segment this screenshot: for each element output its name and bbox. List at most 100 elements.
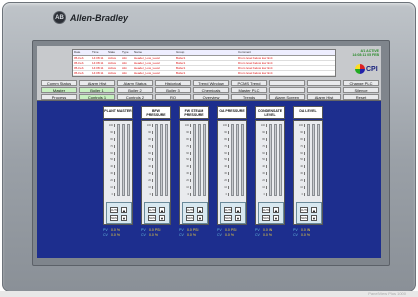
raise-arrow-icon[interactable]: ▲ <box>197 207 203 213</box>
nav-button-trends[interactable]: Trends <box>231 94 267 100</box>
alarm-table[interactable]: Date Time State Type Name Group Comment … <box>72 49 336 77</box>
scale-tick: 20 <box>105 179 115 183</box>
manual-button[interactable]: MAN <box>148 215 156 221</box>
alarm-col-comment: Comment <box>238 50 252 54</box>
nav-button-alarm-screen[interactable]: Alarm Screen <box>269 94 305 100</box>
alarm-rows: 05-Feb 14:08:11 Active Alm Header_Low_Level B… <box>73 56 335 76</box>
auto-button[interactable]: AUTO <box>262 207 270 213</box>
manual-button[interactable]: MAN <box>186 215 194 221</box>
allen-bradley-logo-icon: AB <box>53 11 66 24</box>
auto-button[interactable]: AUTO <box>148 207 156 213</box>
nav-button-reset[interactable]: Reset <box>343 94 379 100</box>
alarm-cell: 14:08:11 <box>92 56 104 60</box>
level-bar <box>155 124 158 196</box>
lower-arrow-icon[interactable]: ▼ <box>235 215 241 221</box>
bar-scale: 100 90 80 70 60 50 40 30 20 10 0 <box>181 124 191 196</box>
auto-button[interactable]: AUTO <box>224 207 232 213</box>
nav-button-chemicals[interactable]: Chemicals <box>193 87 229 93</box>
scale-tick: 100 <box>219 124 229 127</box>
nav-button-alarm-hist[interactable]: Alarm Hist <box>79 80 115 86</box>
control-value-label: CV <box>141 232 146 237</box>
auto-button[interactable]: AUTO <box>186 207 194 213</box>
alarm-area: Date Time State Type Name Group Comment … <box>37 46 381 79</box>
alarm-cell: Alm <box>122 56 128 60</box>
nav-button-overview[interactable]: Overview <box>193 94 229 100</box>
alarm-row[interactable]: 05-Feb 14:08:11 Active Alm Header_Low_Level B… <box>73 71 335 76</box>
alarm-col-date: Date <box>74 50 81 54</box>
nav-button-alarm-status[interactable]: Alarm Status <box>117 80 153 86</box>
scale-tick: 20 <box>257 179 267 183</box>
panel-body: 100 90 80 70 60 50 40 30 20 10 0 AUTO MAN ▲ ▼ <box>293 120 323 225</box>
loop-controls: AUTO MAN ▲ ▼ <box>182 202 208 224</box>
level-bar <box>317 124 320 196</box>
process-value-value: 0.0 PSI <box>225 228 237 232</box>
nav-button-controls-2[interactable]: Controls 2 <box>117 94 153 100</box>
scale-tick: 100 <box>105 124 115 127</box>
scale-tick: 0 <box>219 192 229 196</box>
panel-title[interactable]: PLANT MASTER <box>103 106 133 119</box>
control-value-value: 0.0 % <box>111 232 120 237</box>
nav-button-boiler-2[interactable]: Boiler 2 <box>117 87 153 93</box>
nav-button-comm-status[interactable]: Comm Status <box>41 80 77 86</box>
manual-button[interactable]: MAN <box>224 215 232 221</box>
lower-arrow-icon[interactable]: ▼ <box>273 215 279 221</box>
scale-tick: 40 <box>105 165 115 169</box>
manual-button[interactable]: MAN <box>110 215 118 221</box>
scale-tick: 80 <box>181 137 191 141</box>
nav-button-ro[interactable]: RO <box>155 94 191 100</box>
loop-panel: PLANT MASTER 100 90 80 70 60 50 40 30 20 10 0 AUTO MA… <box>103 106 133 238</box>
panel-title[interactable]: CONDENSATE LEVEL <box>255 106 285 119</box>
scale-tick: 80 <box>219 137 229 141</box>
auto-button[interactable]: AUTO <box>300 207 308 213</box>
raise-arrow-icon[interactable]: ▲ <box>311 207 317 213</box>
cpi-logo: CPI <box>355 62 379 76</box>
nav-button-boiler-1[interactable]: Boiler 1 <box>79 87 115 93</box>
nav-button-controls-1[interactable]: Controls 1 <box>79 94 115 100</box>
lower-arrow-icon[interactable]: ▼ <box>121 215 127 221</box>
raise-arrow-icon[interactable]: ▲ <box>121 207 127 213</box>
nav-button-trend-window[interactable]: Trend Window <box>193 80 229 86</box>
control-value-label: CV <box>255 232 260 237</box>
manual-button[interactable]: MAN <box>300 215 308 221</box>
panel-title[interactable]: DA LEVEL <box>293 106 323 119</box>
bar-scale: 100 90 80 70 60 50 40 30 20 10 0 <box>105 124 115 196</box>
lower-arrow-icon[interactable]: ▼ <box>197 215 203 221</box>
panel-title[interactable]: BFW PRESSURE <box>141 106 171 119</box>
auto-button[interactable]: AUTO <box>110 207 118 213</box>
nav-button-blank[interactable] <box>307 80 341 86</box>
scale-tick: 50 <box>105 158 115 162</box>
raise-arrow-icon[interactable]: ▲ <box>273 207 279 213</box>
scale-tick: 0 <box>257 192 267 196</box>
nav-button-blank[interactable] <box>307 87 341 93</box>
process-value-value: 0.0 % <box>111 228 120 232</box>
control-value-label: CV <box>103 232 108 237</box>
nav-button-boiler-3[interactable]: Boiler 3 <box>155 87 191 93</box>
alarm-cell: 14:08:11 <box>92 61 104 65</box>
nav-button-historical[interactable]: Historical <box>155 80 191 86</box>
alarm-cell: Active <box>108 56 117 60</box>
nav-button-master-plc[interactable]: Master PLC <box>231 87 267 93</box>
control-value-label: CV <box>217 232 222 237</box>
alarm-cell: Boiler1 <box>176 71 186 75</box>
panel-title[interactable]: FW STEAM PRESSURE <box>179 106 209 119</box>
nav-button-blank[interactable] <box>269 87 305 93</box>
level-bar <box>241 124 244 196</box>
nav-button-process[interactable]: Process <box>41 94 77 100</box>
loop-controls: AUTO MAN ▲ ▼ <box>220 202 246 224</box>
raise-arrow-icon[interactable]: ▲ <box>235 207 241 213</box>
nav-button-silence[interactable]: Silence <box>343 87 379 93</box>
nav-button-blank[interactable] <box>269 80 305 86</box>
panel-title[interactable]: OA PRESSURE <box>217 106 247 119</box>
scale-tick: 10 <box>257 186 267 190</box>
lower-arrow-icon[interactable]: ▼ <box>159 215 165 221</box>
loop-panel: DA LEVEL 100 90 80 70 60 50 40 30 20 10 0 AUTO MAN ▲ ▼ P… <box>293 106 323 238</box>
manual-button[interactable]: MAN <box>262 215 270 221</box>
nav-button-master[interactable]: Master <box>41 87 77 93</box>
nav-button-change-plc[interactable]: Change PLC <box>343 80 379 86</box>
nav-button-alarm-hist[interactable]: Alarm Hist <box>307 94 341 100</box>
lower-arrow-icon[interactable]: ▼ <box>311 215 317 221</box>
cpi-logo-icon <box>355 64 365 74</box>
scale-tick: 90 <box>257 130 267 134</box>
nav-button-pcms-trend[interactable]: PCMS Trend <box>231 80 267 86</box>
raise-arrow-icon[interactable]: ▲ <box>159 207 165 213</box>
